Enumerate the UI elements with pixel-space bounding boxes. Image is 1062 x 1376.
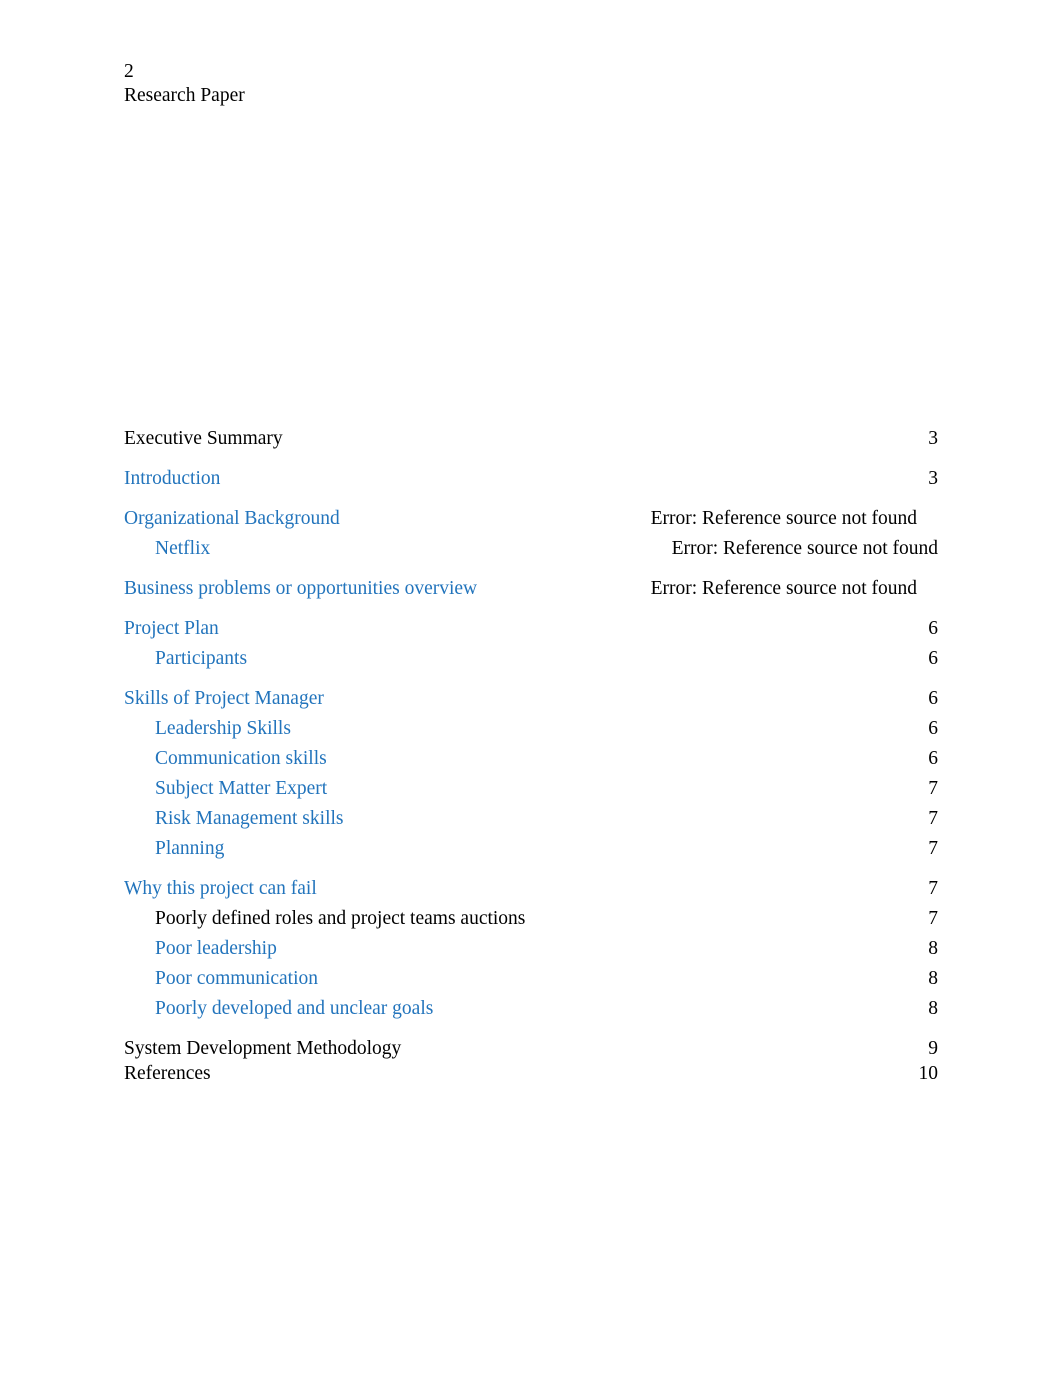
toc-entry-label[interactable]: Risk Management skills	[155, 807, 344, 830]
toc-entry-page-number: 6	[928, 688, 938, 709]
toc-entry[interactable]: Leadership Skills 6	[124, 717, 938, 740]
toc-entry[interactable]: Organizational Background Error: Referenc…	[124, 507, 938, 530]
toc-entry-label[interactable]: Subject Matter Expert	[155, 777, 327, 800]
toc-entry-page-number: 9	[928, 1038, 938, 1059]
toc-entry-label[interactable]: Business problems or opportunities overv…	[124, 577, 477, 600]
toc-entry-label[interactable]: Poor communication	[155, 967, 318, 990]
toc-entry-page-number: 10	[918, 1063, 939, 1084]
header-page-number: 2	[124, 61, 134, 82]
toc-entry-page-number: 8	[928, 968, 938, 989]
toc-entry-error-text: Error: Reference source not found	[650, 578, 917, 599]
toc-entry[interactable]: Why this project can fail 7	[124, 877, 938, 900]
toc-entry-label: System Development Methodology	[124, 1038, 402, 1059]
toc-entry-page-number: 3	[928, 428, 938, 449]
toc-entry[interactable]: Subject Matter Expert 7	[124, 777, 938, 800]
toc-entry-error-text: Error: Reference source not found	[671, 538, 938, 559]
toc-entry[interactable]: Project Plan 6	[124, 617, 938, 640]
toc-entry-page-number: 8	[928, 938, 938, 959]
toc-entry-page-number: 6	[928, 618, 938, 639]
toc-entry: System Development Methodology 9	[124, 1037, 938, 1060]
toc-entry-label: Poorly defined roles and project teams a…	[155, 908, 526, 929]
toc-entry[interactable]: Introduction 3	[124, 467, 938, 490]
toc-entry-label[interactable]: Netflix	[155, 537, 210, 560]
toc-entry-page-number: 3	[928, 468, 938, 489]
toc-entry-label[interactable]: Leadership Skills	[155, 717, 291, 740]
toc-entry-page-number: 7	[928, 778, 938, 799]
toc-entry[interactable]: Poorly developed and unclear goals 8	[124, 997, 938, 1020]
toc-entry: Executive Summary 3	[124, 427, 938, 450]
toc-entry: References 10	[124, 1062, 938, 1085]
toc-entry-label: References	[124, 1063, 211, 1084]
toc-entry-page-number: 7	[928, 808, 938, 829]
toc-entry-page-number: 7	[928, 878, 938, 899]
toc-entry-label[interactable]: Skills of Project Manager	[124, 687, 324, 710]
document-page: 2 Research Paper Executive Summary 3 Intro…	[0, 0, 1062, 1376]
toc-entry-label: Executive Summary	[124, 428, 283, 449]
toc-entry-label[interactable]: Planning	[155, 837, 224, 860]
toc-entry-label[interactable]: Participants	[155, 647, 247, 670]
toc-entry-label[interactable]: Introduction	[124, 467, 220, 490]
toc-entry-label[interactable]: Organizational Background	[124, 507, 340, 530]
toc-entry[interactable]: Poor leadership 8	[124, 937, 938, 960]
table-of-contents: Executive Summary 3 Introduction 3 Organizat…	[124, 427, 938, 1085]
toc-entry-label[interactable]: Communication skills	[155, 747, 327, 770]
toc-entry[interactable]: Poor communication 8	[124, 967, 938, 990]
toc-entry-label[interactable]: Why this project can fail	[124, 877, 317, 900]
toc-entry[interactable]: Communication skills 6	[124, 747, 938, 770]
toc-entry-page-number: 6	[928, 648, 938, 669]
toc-entry[interactable]: Skills of Project Manager 6	[124, 687, 938, 710]
toc-entry: Poorly defined roles and project teams a…	[124, 907, 938, 930]
toc-entry[interactable]: Planning 7	[124, 837, 938, 860]
toc-entry-label[interactable]: Poorly developed and unclear goals	[155, 997, 433, 1020]
toc-entry-page-number: 6	[928, 748, 938, 769]
toc-entry[interactable]: Participants 6	[124, 647, 938, 670]
toc-entry-page-number: 6	[928, 718, 938, 739]
toc-entry[interactable]: Risk Management skills 7	[124, 807, 938, 830]
running-header: 2 Research Paper	[124, 60, 944, 108]
toc-entry-label[interactable]: Project Plan	[124, 617, 219, 640]
toc-entry-page-number: 7	[928, 908, 938, 929]
toc-entry-label[interactable]: Poor leadership	[155, 937, 277, 960]
toc-entry[interactable]: Business problems or opportunities overv…	[124, 577, 938, 600]
toc-entry[interactable]: Netflix Error: Reference source not found	[124, 537, 938, 560]
toc-entry-error-text: Error: Reference source not found	[650, 508, 917, 529]
toc-entry-page-number: 7	[928, 838, 938, 859]
header-document-title: Research Paper	[124, 85, 245, 106]
toc-entry-page-number: 8	[928, 998, 938, 1019]
